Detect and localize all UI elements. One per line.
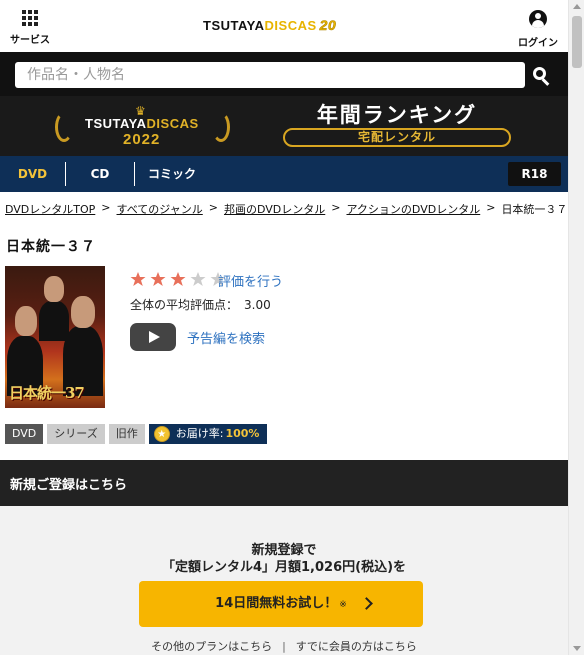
site-logo[interactable]: TSUTAYA DISCAS 20	[203, 17, 336, 37]
breadcrumb-separator: >	[331, 201, 341, 214]
banner-subtitle: 宅配レンタル	[283, 128, 511, 147]
other-plans-link[interactable]: その他のプランはこちら	[151, 640, 272, 653]
register-heading: 新規ご登録はこちら	[10, 478, 128, 493]
star-filled-icon[interactable]	[150, 271, 166, 287]
rating-stars	[130, 271, 230, 287]
tab-dvd[interactable]: DVD	[0, 156, 65, 192]
average-rating: 全体の平均評価点： 3.00	[130, 296, 271, 313]
breadcrumb: DVDレンタルTOP > すべてのジャンル > 邦画のDVDレンタル > アクシ…	[5, 201, 567, 217]
register-line-2: 「定額レンタル4」月額1,026円(税込)を	[161, 560, 407, 575]
average-rating-label: 全体の平均評価点：	[130, 298, 239, 312]
register-panel: 新規登録で 「定額レンタル4」月額1,026円(税込)を 14日間無料お試し！ ※…	[0, 506, 568, 655]
user-icon	[529, 10, 547, 28]
star-filled-icon[interactable]	[170, 271, 186, 287]
breadcrumb-separator: >	[208, 201, 218, 214]
banner-logo: ♛ TSUTAYADISCAS 2022	[55, 104, 230, 148]
delivery-rate-value: 100%	[225, 427, 260, 440]
free-trial-label: 14日間無料お試し！	[215, 596, 338, 611]
tag-release: 旧作	[108, 424, 145, 444]
tag-series[interactable]: シリーズ	[47, 424, 105, 444]
free-trial-button[interactable]: 14日間無料お試し！ ※	[139, 581, 423, 627]
vertical-scrollbar[interactable]	[568, 0, 584, 655]
star-filled-icon[interactable]	[130, 271, 146, 287]
register-header: 新規ご登録はこちら	[0, 460, 568, 506]
member-login-link[interactable]: すでに会員の方はこちら	[296, 640, 417, 653]
average-rating-value: 3.00	[244, 298, 271, 312]
tab-comic[interactable]: コミック	[148, 156, 196, 192]
page-title: 日本統一３７	[6, 239, 96, 255]
divider	[134, 162, 135, 186]
breadcrumb-current: 日本統一３７	[501, 203, 568, 216]
breadcrumb-link[interactable]: DVDレンタルTOP	[5, 201, 95, 217]
rate-link[interactable]: 評価を行う	[218, 271, 283, 290]
services-menu-button[interactable]: サービス	[8, 10, 52, 46]
r18-button[interactable]: R18	[508, 162, 561, 186]
laurel-right-icon	[212, 112, 230, 142]
annual-ranking-banner[interactable]: ♛ TSUTAYADISCAS 2022 年間ランキング 宅配レンタル	[0, 96, 568, 156]
tab-cd[interactable]: CD	[66, 156, 134, 192]
free-trial-note: ※	[339, 600, 347, 610]
banner-brand: TSUTAYADISCAS	[85, 116, 199, 131]
services-label: サービス	[10, 35, 50, 46]
chevron-right-icon	[360, 597, 373, 610]
breadcrumb-separator: >	[486, 201, 496, 214]
login-button[interactable]: ログイン	[518, 10, 558, 49]
logo-text-tsutaya: TSUTAYA	[203, 18, 265, 33]
banner-title: 年間ランキング	[316, 103, 478, 127]
star-empty-icon[interactable]	[190, 271, 206, 287]
tag-format: DVD	[5, 424, 44, 444]
medal-icon: ★	[153, 426, 170, 442]
category-nav: DVD CD コミック	[0, 156, 568, 192]
login-label: ログイン	[518, 38, 558, 49]
breadcrumb-link[interactable]: アクションのDVDレンタル	[346, 201, 480, 217]
product-poster[interactable]: 日本統一37	[5, 266, 105, 408]
laurel-left-icon	[55, 112, 73, 142]
scrollbar-thumb[interactable]	[572, 16, 582, 68]
site-header: サービス TSUTAYA DISCAS 20 ログイン	[0, 0, 568, 52]
delivery-rate-label: お届け率:	[175, 427, 224, 440]
breadcrumb-link[interactable]: 邦画のDVDレンタル	[224, 201, 325, 217]
search-button[interactable]	[528, 62, 556, 88]
logo-text-discas: DISCAS	[264, 18, 317, 33]
trailer-search-link[interactable]: 予告編を検索	[187, 328, 265, 347]
register-links: その他のプランはこちら | すでに会員の方はこちら	[151, 640, 417, 653]
search-bar	[0, 52, 568, 96]
youtube-play-icon[interactable]	[130, 323, 176, 351]
poster-title-text: 日本統一37	[9, 384, 85, 402]
grid-menu-icon	[22, 10, 38, 26]
product-tags: DVD シリーズ 旧作 ★ お届け率: 100%	[5, 424, 271, 444]
scroll-up-icon[interactable]	[573, 4, 581, 9]
breadcrumb-link[interactable]: すべてのジャンル	[117, 201, 203, 217]
logo-anniversary-mark: 20	[319, 17, 337, 34]
banner-year: 2022	[123, 131, 161, 148]
delivery-rate-badge: ★ お届け率: 100%	[148, 424, 268, 444]
breadcrumb-separator: >	[101, 201, 111, 214]
scroll-down-icon[interactable]	[573, 646, 581, 651]
search-input[interactable]	[15, 62, 525, 88]
